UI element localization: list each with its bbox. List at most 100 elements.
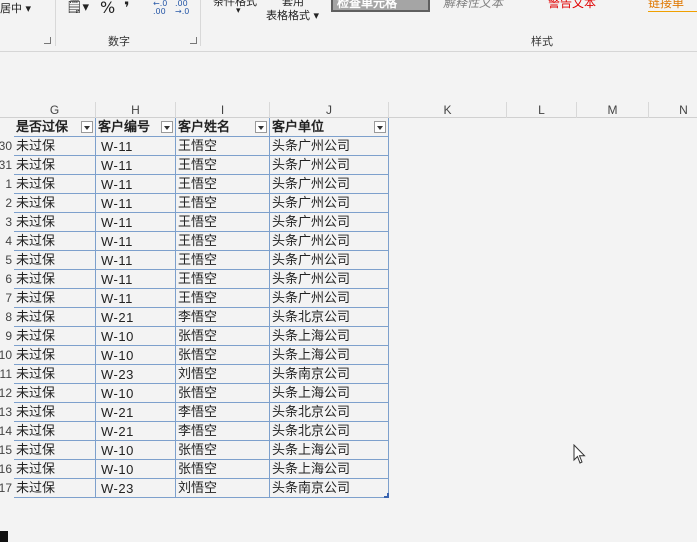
cell-passed[interactable]: 未过保 [14,270,96,289]
cell-passed[interactable]: 未过保 [14,156,96,175]
cell-passed[interactable]: 未过保 [14,175,96,194]
cell-customer-code[interactable]: W-10 [96,460,176,479]
cell-customer-company[interactable]: 头条北京公司 [270,308,389,327]
cell-passed[interactable]: 未过保 [14,441,96,460]
cell-customer-name[interactable]: 李悟空 [176,403,270,422]
column-header-n[interactable]: N [649,102,697,118]
cell-passed[interactable]: 未过保 [14,308,96,327]
cell-customer-code[interactable]: W-21 [96,422,176,441]
column-header-k[interactable]: K [389,102,507,118]
row-number[interactable]: 5 [0,251,12,270]
table-resize-handle[interactable] [384,493,389,498]
cell-customer-code[interactable]: W-11 [96,194,176,213]
cell-customer-company[interactable]: 头条上海公司 [270,346,389,365]
cell-customer-company[interactable]: 头条广州公司 [270,213,389,232]
accounting-format-icon[interactable]: 🗒▾ [66,0,89,15]
row-number[interactable]: 30 [0,137,12,156]
style-warning-text[interactable]: 警告文本 [548,0,618,12]
cell-passed[interactable]: 未过保 [14,365,96,384]
row-number[interactable]: 15 [0,441,12,460]
header-cell-name[interactable]: 客户姓名 [176,118,270,137]
cell-customer-code[interactable]: W-10 [96,346,176,365]
cell-customer-code[interactable]: W-11 [96,137,176,156]
row-number[interactable]: 17 [0,479,12,498]
row-number[interactable]: 4 [0,232,12,251]
cell-passed[interactable]: 未过保 [14,194,96,213]
column-header-i[interactable]: I [176,102,270,118]
cell-customer-code[interactable]: W-11 [96,251,176,270]
style-hyperlink[interactable]: 链接单 [648,0,697,12]
cell-customer-company[interactable]: 头条广州公司 [270,137,389,156]
chevron-down-icon[interactable]: ▾ [236,6,241,16]
percent-style-button[interactable]: % [100,0,115,17]
cell-customer-code[interactable]: W-11 [96,175,176,194]
row-number[interactable]: 31 [0,156,12,175]
cell-customer-name[interactable]: 张悟空 [176,346,270,365]
cell-customer-code[interactable]: W-21 [96,403,176,422]
increase-decimal-button[interactable]: ←.0 .00 [153,0,173,16]
cell-customer-company[interactable]: 头条南京公司 [270,365,389,384]
alignment-launcher-icon[interactable] [44,37,51,44]
column-header-m[interactable]: M [577,102,649,118]
cell-customer-name[interactable]: 王悟空 [176,213,270,232]
row-number[interactable]: 3 [0,213,12,232]
cell-passed[interactable]: 未过保 [14,460,96,479]
column-header-h[interactable]: H [96,102,176,118]
cell-customer-company[interactable]: 头条北京公司 [270,422,389,441]
cell-passed[interactable]: 未过保 [14,327,96,346]
cell-customer-name[interactable]: 张悟空 [176,441,270,460]
cell-customer-company[interactable]: 头条上海公司 [270,384,389,403]
filter-dropdown-icon[interactable] [81,121,93,133]
cell-customer-company[interactable]: 头条广州公司 [270,251,389,270]
decrease-decimal-button[interactable]: .00 →.0 [175,0,195,16]
cell-customer-code[interactable]: W-10 [96,327,176,346]
conditional-format-button[interactable]: 条件格式 [213,0,257,9]
cell-customer-name[interactable]: 张悟空 [176,327,270,346]
cell-passed[interactable]: 未过保 [14,346,96,365]
cell-customer-company[interactable]: 头条北京公司 [270,403,389,422]
cell-customer-company[interactable]: 头条上海公司 [270,460,389,479]
cell-passed[interactable]: 未过保 [14,422,96,441]
column-header-j[interactable]: J [270,102,389,118]
cell-passed[interactable]: 未过保 [14,251,96,270]
cell-customer-name[interactable]: 张悟空 [176,460,270,479]
row-number[interactable]: 16 [0,460,12,479]
row-number[interactable]: 8 [0,308,12,327]
cell-customer-name[interactable]: 王悟空 [176,251,270,270]
row-number[interactable]: 1 [0,175,12,194]
row-number[interactable]: 2 [0,194,12,213]
cell-customer-code[interactable]: W-10 [96,441,176,460]
cell-customer-name[interactable]: 张悟空 [176,384,270,403]
header-cell-code[interactable]: 客户编号 [96,118,176,137]
cell-customer-name[interactable]: 王悟空 [176,175,270,194]
number-launcher-icon[interactable] [190,37,197,44]
cell-customer-company[interactable]: 头条广州公司 [270,194,389,213]
column-header-l[interactable]: L [507,102,577,118]
cell-passed[interactable]: 未过保 [14,384,96,403]
cell-customer-name[interactable]: 刘悟空 [176,479,270,498]
filter-dropdown-icon[interactable] [161,121,173,133]
cell-customer-name[interactable]: 王悟空 [176,289,270,308]
style-explanatory-text[interactable]: 解释性文本 [443,0,533,12]
row-number[interactable]: 12 [0,384,12,403]
row-number[interactable]: 10 [0,346,12,365]
cell-passed[interactable]: 未过保 [14,403,96,422]
table-format-button[interactable]: 表格格式 ▾ [266,7,319,23]
cell-customer-company[interactable]: 头条广州公司 [270,270,389,289]
merge-center-button[interactable]: 居中 ▾ [0,0,31,16]
row-number[interactable]: 6 [0,270,12,289]
cell-passed[interactable]: 未过保 [14,232,96,251]
cell-passed[interactable]: 未过保 [14,137,96,156]
column-header-g[interactable]: G [14,102,96,118]
row-number[interactable]: 11 [0,365,12,384]
style-check-cell[interactable]: 检查单元格 [331,0,430,12]
cell-customer-name[interactable]: 王悟空 [176,232,270,251]
cell-customer-code[interactable]: W-21 [96,308,176,327]
cell-customer-name[interactable]: 李悟空 [176,422,270,441]
cell-customer-company[interactable]: 头条广州公司 [270,175,389,194]
row-number[interactable]: 9 [0,327,12,346]
cell-customer-name[interactable]: 李悟空 [176,308,270,327]
cell-passed[interactable]: 未过保 [14,289,96,308]
comma-style-button[interactable]: ❜ [124,0,130,17]
header-cell-company[interactable]: 客户单位 [270,118,389,137]
